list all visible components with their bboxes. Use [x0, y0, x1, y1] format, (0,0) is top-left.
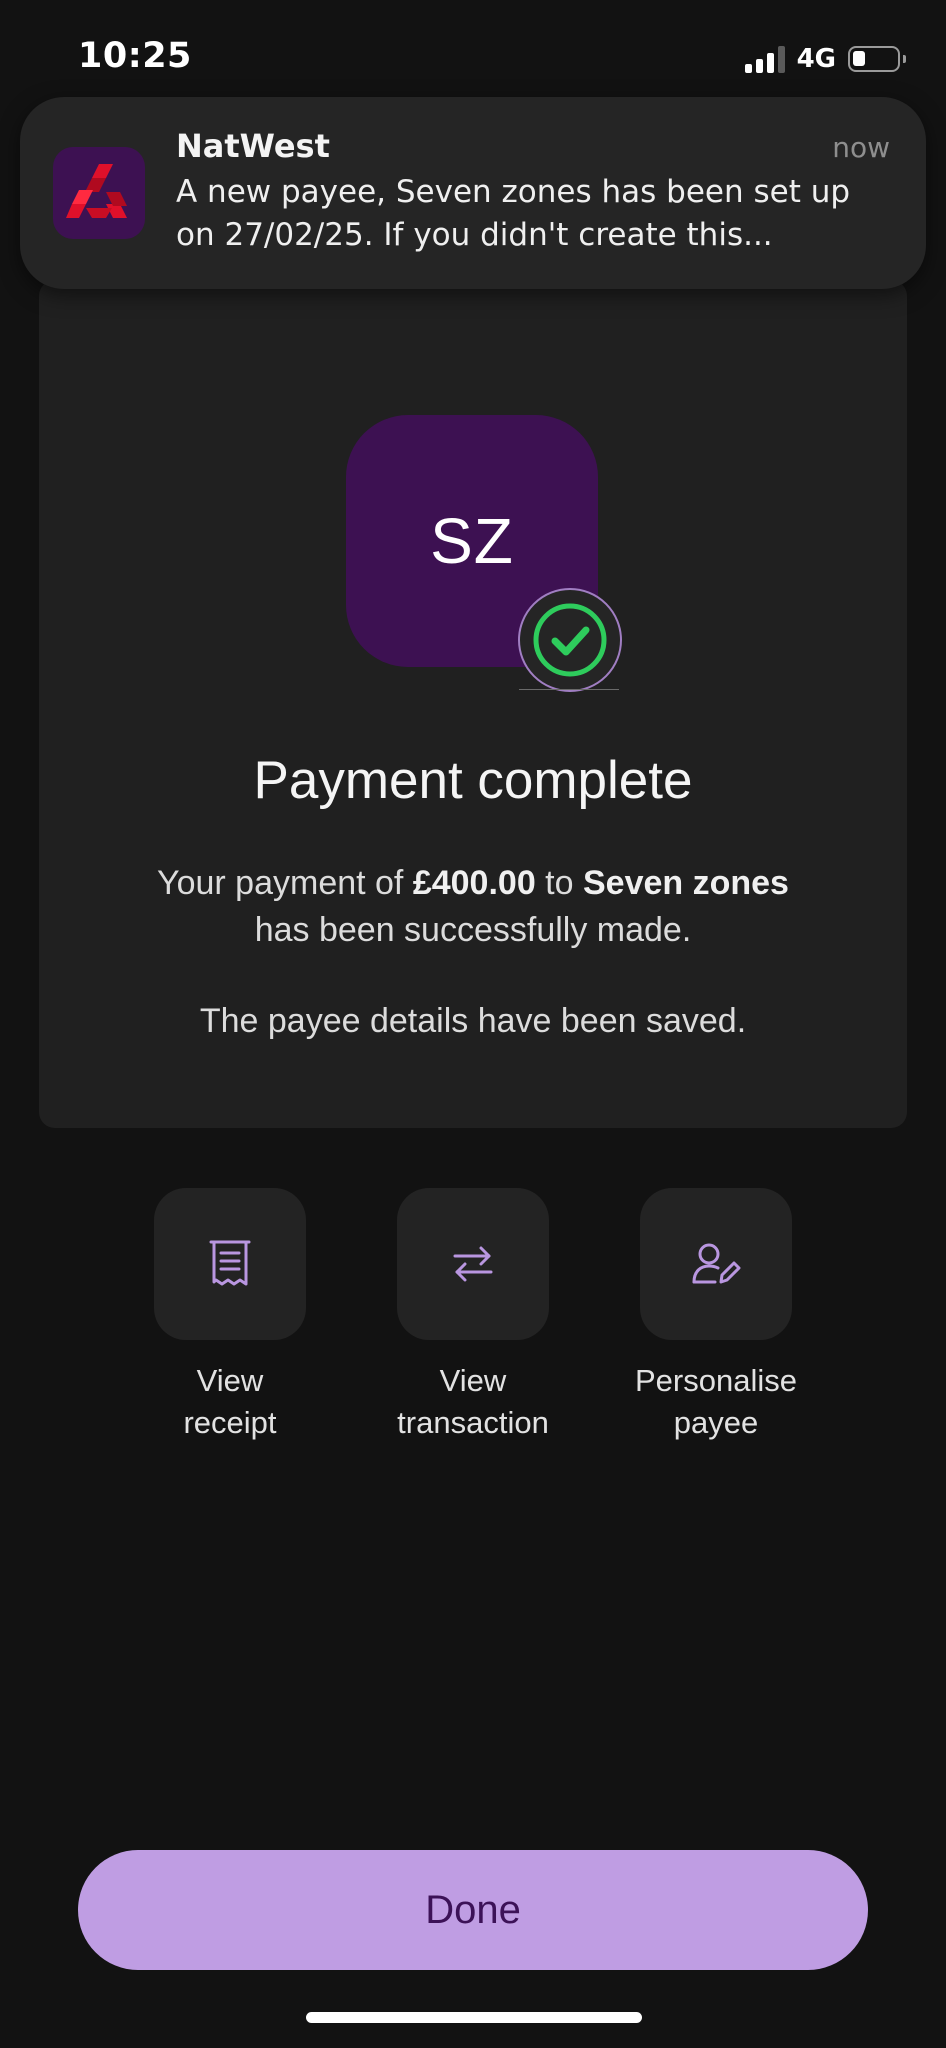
notification-time: now	[832, 131, 890, 164]
done-button[interactable]: Done	[78, 1850, 868, 1970]
notification-title: NatWest	[176, 127, 330, 165]
action-tile[interactable]	[640, 1188, 792, 1340]
notification-message: A new payee, Seven zones has been set up…	[176, 174, 851, 253]
message-mid: to	[535, 864, 583, 902]
view-receipt-button[interactable]: View receipt	[110, 1188, 350, 1444]
message-line2: has been successfully made.	[254, 911, 692, 949]
user-edit-icon	[692, 1243, 741, 1284]
status-icons: 4G	[744, 44, 906, 74]
divider	[519, 689, 619, 690]
success-check-icon	[518, 588, 622, 692]
receipt-icon	[209, 1240, 251, 1286]
payee-name: Seven zones	[582, 864, 789, 902]
home-indicator[interactable]	[306, 2012, 642, 2023]
natwest-logo-icon	[53, 147, 145, 239]
personalise-payee-button[interactable]: Personalise payee	[596, 1188, 836, 1444]
action-label: View transaction	[397, 1363, 549, 1440]
message-prefix: Your payment of	[157, 864, 413, 902]
signal-icon	[744, 45, 785, 73]
action-tile[interactable]	[397, 1188, 549, 1340]
payee-initials: SZ	[430, 505, 514, 577]
action-tile[interactable]	[154, 1188, 306, 1340]
page-title: Payment complete	[253, 751, 693, 810]
transfer-arrows-icon	[453, 1246, 493, 1282]
action-label: View receipt	[183, 1363, 277, 1440]
payment-complete-screen: 10:25 4G SZ Payment complete Your paymen…	[0, 0, 946, 2048]
payment-message: Your payment of £400.00 to Seven zones h…	[39, 860, 907, 954]
payment-card: SZ Payment complete Your payment of £400…	[39, 280, 907, 1128]
network-type: 4G	[796, 44, 836, 74]
status-time: 10:25	[78, 36, 192, 76]
push-notification[interactable]: NatWest now A new payee, Seven zones has…	[20, 97, 926, 289]
payment-amount: £400.00	[412, 864, 536, 902]
battery-icon	[848, 46, 906, 72]
action-label: Personalise payee	[635, 1363, 797, 1440]
view-transaction-button[interactable]: View transaction	[353, 1188, 593, 1444]
payee-saved-note: The payee details have been saved.	[199, 1002, 747, 1040]
